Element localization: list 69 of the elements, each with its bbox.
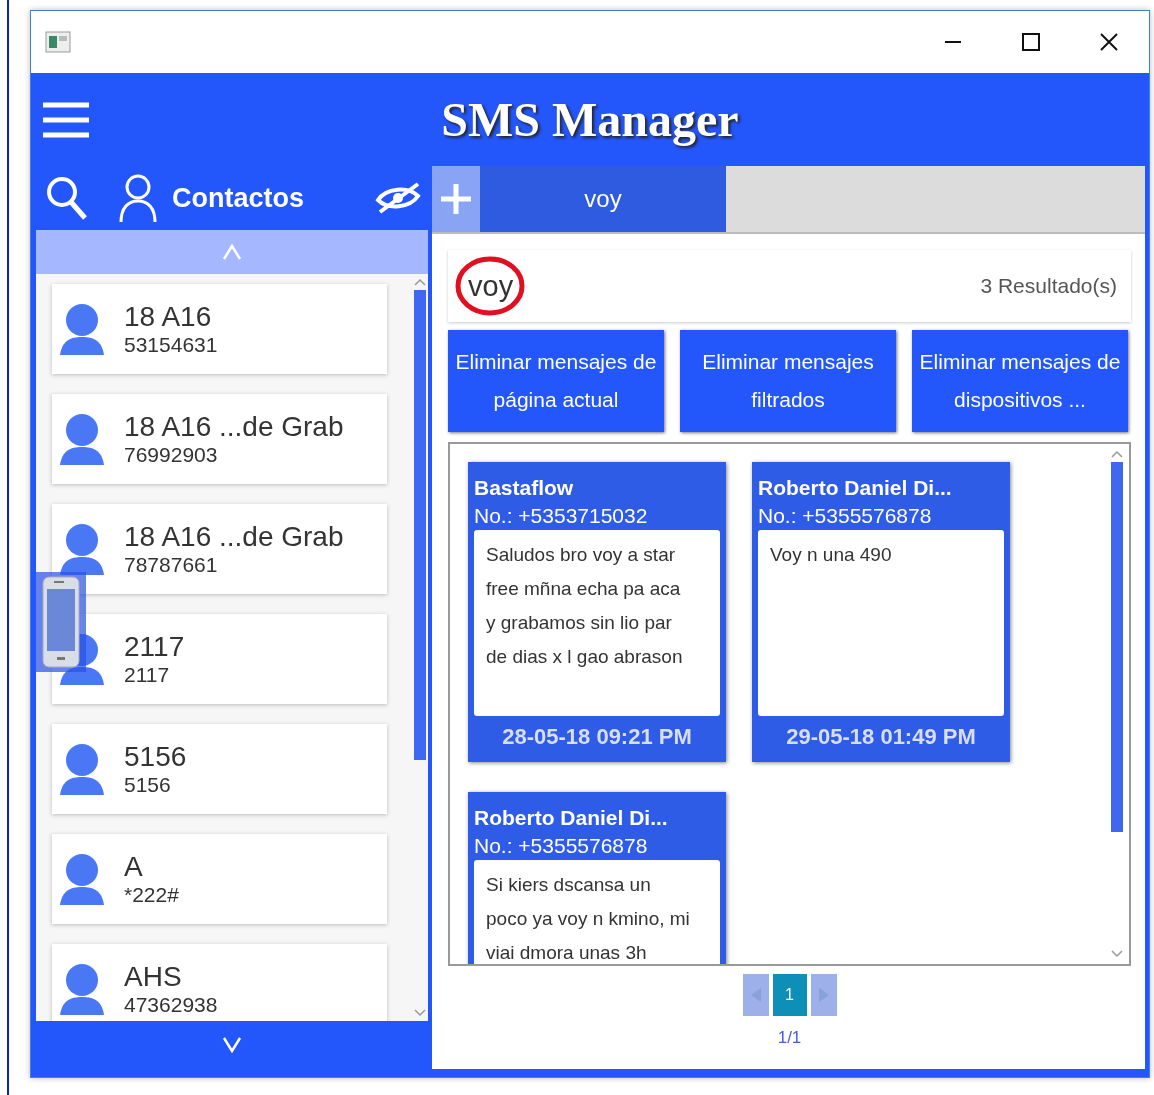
page-status: 1/1 [776,1028,803,1048]
chevron-down-icon [222,1037,242,1053]
next-page-button[interactable] [810,974,837,1016]
message-text: Voy n una 490 [758,530,1004,716]
contact-card[interactable]: AHS 47362938 [52,944,387,1021]
contact-name: 5156 [124,741,187,773]
delete-button[interactable]: Eliminar mensajes filtrados [680,330,896,432]
contact-avatar-icon [60,413,104,465]
contact-number: 78787661 [124,553,219,577]
scroll-up-icon [414,278,426,286]
contact-number: 5156 [124,773,172,797]
contact-avatar-icon [60,963,104,1015]
maximize-icon[interactable] [1021,32,1041,52]
contact-card[interactable]: 18 A16 53154631 [52,284,387,374]
app-title: SMS Manager [441,92,739,147]
sender-name: Bastaflow [474,476,575,500]
scroll-down-icon [414,1009,426,1017]
message-card[interactable]: Bastaflow No.: +5353715032 Saludos bro voy a star free mñna echa pa aca y grabamos sin lio par de dias x l gao abrason 28-05-18 09:21 PM [468,462,726,762]
hidden-eye-icon[interactable] [374,182,422,214]
contact-number: 76992903 [124,443,219,467]
contact-card[interactable]: 5156 5156 [52,724,387,814]
contact-number: 47362938 [124,993,218,1017]
highlight-circle [454,256,526,316]
contact-avatar-icon [60,853,104,905]
sender-number: No.: +5355576878 [474,834,649,858]
chevron-up-icon [222,244,242,260]
plus-icon [439,182,473,216]
sender-number: No.: +5355576878 [758,504,933,528]
message-text: Si kiers dscansa un poco ya voy n kmino, mi viai dmora unas 3h [474,860,720,964]
contact-name: 2117 [124,631,185,663]
contact-name: 18 A16 ...de Grab [124,411,344,443]
sender-number: No.: +5353715032 [474,504,649,528]
contact-card[interactable]: A *222# [52,834,387,924]
sender-name: Roberto Daniel Di... [758,476,953,500]
contact-avatar-icon [60,303,104,355]
tab[interactable]: voy [480,166,726,232]
contact-name: 18 A16 ...de Grab [124,521,344,553]
menu-icon[interactable] [43,101,89,138]
contact-number: *222# [124,883,179,907]
sidebar-title: Contactos [172,182,304,214]
message-time: 28-05-18 09:21 PM [501,724,693,750]
delete-button[interactable]: Eliminar mensajes de dispositivos ... [912,330,1128,432]
contact-name: 18 A16 [124,301,213,333]
result-count: 3 Resultado(s) [980,274,1117,298]
search-icon[interactable] [46,175,88,221]
contact-card[interactable]: 18 A16 ...de Grab 76992903 [52,394,387,484]
contact-number: 53154631 [124,333,218,357]
message-time: 29-05-18 01:49 PM [785,724,977,750]
page-button[interactable]: 1 [772,974,807,1016]
contact-name: A [124,851,144,883]
previous-page-button[interactable] [742,974,769,1016]
scroll-up-icon [1111,450,1123,458]
scroll-down-icon [1111,950,1123,958]
delete-button[interactable]: Eliminar mensajes de página actual [448,330,664,432]
sender-name: Roberto Daniel Di... [474,806,669,830]
contact-card[interactable]: 2117 2117 [52,614,387,704]
message-card[interactable]: Roberto Daniel Di... No.: +5355576878 Si kiers dscansa un poco ya voy n kmino, mi viai dmora unas 3h [468,792,726,964]
message-text: Saludos bro voy a star free mñna echa pa aca y grabamos sin lio par de dias x l gao abrason [474,530,720,716]
close-icon[interactable] [1099,32,1119,52]
phone-icon[interactable] [36,572,86,672]
contact-avatar-icon [60,523,104,575]
contact-avatar-icon [60,743,104,795]
contact-card[interactable]: 18 A16 ...de Grab 78787661 [52,504,387,594]
contact-number: 2117 [124,663,171,687]
search-field[interactable]: voy [458,269,528,303]
app-icon [45,31,71,53]
contact-name: AHS [124,961,183,993]
message-card[interactable]: Roberto Daniel Di... No.: +5355576878 Voy n una 490 29-05-18 01:49 PM [752,462,1010,762]
person-icon [118,173,158,223]
